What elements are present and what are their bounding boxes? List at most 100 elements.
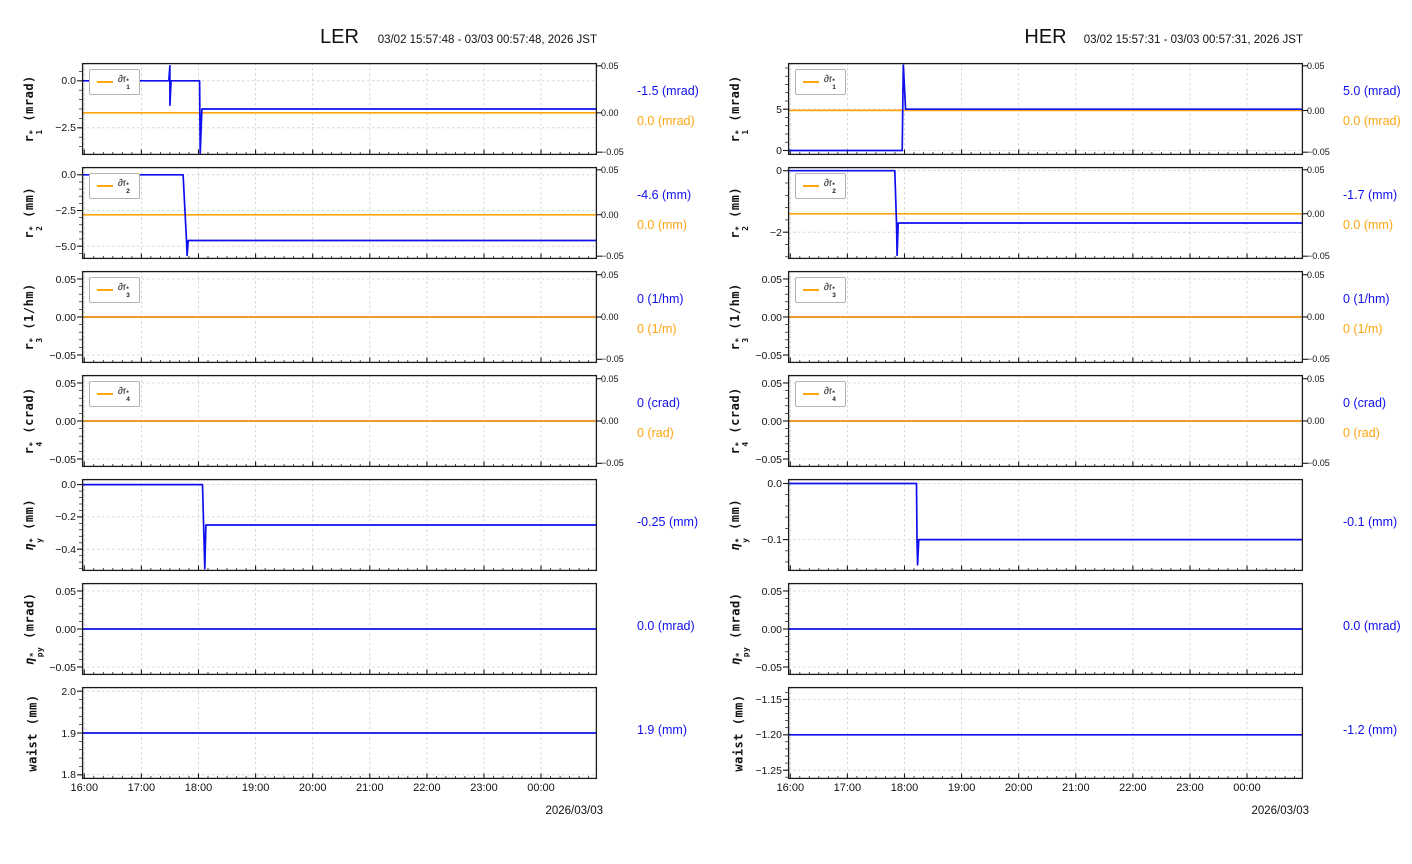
ytick-ler-r2-0: 0.0 [61,169,76,182]
panel-her-r4 [783,374,1308,468]
rtick-her-r1-2: −0.05 [1307,147,1330,158]
value-annotation-her-waist-blue: -1.2 (mm) [1343,722,1398,737]
legend-her-r4: ∂r * 4 [795,381,846,408]
panel-her-r2 [783,166,1308,260]
ytick-ler-waist-0: 2.0 [61,685,76,698]
panel-her-etapy [783,582,1304,676]
plot-svg-ler-r4 [77,374,602,468]
legend-ler-r2: ∂r * 2 [89,173,140,200]
ylabel-her-r2: r * 2 (mm) [716,167,762,259]
value-annotation-ler-r4-orange: 0 (rad) [637,425,674,440]
panel-ler-waist [77,686,598,780]
rtick-ler-r2-0: 0.05 [601,164,619,175]
legend-label: ∂r * 2 [118,178,130,195]
legend-ler-r1: ∂r * 1 [89,69,140,96]
xtick-her-8: 00:00 [1233,782,1261,794]
legend-label: ∂r * 3 [118,282,130,299]
rtick-ler-r4-0: 0.05 [601,373,619,384]
panel-ler-r3 [77,270,602,364]
value-annotation-ler-waist-blue: 1.9 (mm) [637,722,687,737]
value-annotation-her-r2-orange: 0.0 (mm) [1343,217,1393,232]
value-annotation-her-r3-blue: 0 (1/hm) [1343,292,1390,307]
xtick-ler-1: 17:00 [127,782,156,794]
xtick-ler-0: 16:00 [70,782,99,794]
xtick-ler-7: 23:00 [470,782,498,794]
xtick-her-1: 17:00 [833,782,862,794]
value-annotation-her-r4-orange: 0 (rad) [1343,425,1380,440]
plot-svg-her-r1 [783,62,1308,156]
ytick-her-r4-2: −0.05 [755,453,782,466]
plot-svg-ler-waist [77,686,598,780]
rtick-ler-r2-2: −0.05 [601,251,624,262]
plot-svg-her-r3 [783,270,1308,364]
ytick-her-r3-0: 0.05 [761,273,782,286]
xtick-her-3: 19:00 [947,782,976,794]
ytick-her-waist-0: −1.15 [755,693,782,706]
panel-her-etay [783,478,1304,572]
legend-line-sample [803,392,819,396]
value-annotation-her-r1-orange: 0.0 (mrad) [1343,113,1401,128]
ytick-ler-waist-1: 1.9 [61,727,76,740]
plot-svg-ler-etapy [77,582,598,676]
legend-label: ∂r * 3 [824,282,836,299]
legend-line-sample [803,80,819,84]
ytick-ler-r2-1: −2.5 [55,205,76,217]
ytick-her-r1-0: 5 [776,103,782,116]
plot-svg-her-etapy [783,582,1304,676]
series-blue [82,483,597,570]
xtick-her-2: 18:00 [890,782,919,794]
ytick-ler-etay-0: 0.0 [61,479,76,492]
xtick-her-6: 22:00 [1119,782,1147,794]
ytick-ler-r1-0: 0.0 [61,75,76,88]
value-annotation-her-r2-blue: -1.7 (mm) [1343,188,1398,203]
plot-svg-her-etay [783,478,1304,572]
xtick-her-7: 23:00 [1176,782,1204,794]
ytick-ler-r1-1: −2.5 [55,122,76,135]
plot-svg-ler-r2 [77,166,602,260]
ytick-her-etay-0: 0.0 [767,478,782,490]
ytick-her-r2-1: −2 [770,226,782,239]
ylabel-her-etay: η * y (mm) [716,479,762,571]
xtick-her-4: 20:00 [1004,782,1033,794]
plot-svg-ler-etay [77,478,598,572]
ytick-ler-etapy-1: 0.00 [55,623,76,636]
ytick-ler-r2-2: −5.0 [55,240,76,253]
series-blue [788,64,1303,152]
legend-ler-r4: ∂r * 4 [89,381,140,408]
ylabel-ler-etay: η * y (mm) [10,479,56,571]
xtick-her-5: 21:00 [1062,782,1090,794]
time-range-her: 03/02 15:57:31 - 03/03 00:57:31, 2026 JS… [1083,34,1303,46]
series-blue [788,482,1303,566]
rtick-her-r3-2: −0.05 [1307,354,1330,365]
xtick-ler-8: 00:00 [527,782,555,794]
ytick-her-r1-1: 0 [776,145,782,157]
rtick-ler-r4-2: −0.05 [601,458,624,469]
panel-ler-r4 [77,374,602,468]
legend-line-sample [97,184,113,188]
value-annotation-ler-etapy-blue: 0.0 (mrad) [637,618,695,633]
ytick-her-etapy-1: 0.00 [761,623,782,636]
ytick-ler-etapy-2: −0.05 [49,661,76,674]
panel-her-waist [783,686,1304,780]
ytick-her-r4-1: 0.00 [761,415,782,428]
legend-her-r1: ∂r * 1 [795,69,846,96]
rtick-ler-r1-2: −0.05 [601,147,624,158]
ytick-ler-waist-2: 1.8 [61,769,76,782]
date-label-ler: 2026/03/03 [545,805,603,817]
ytick-her-etapy-2: −0.05 [755,661,782,674]
value-annotation-her-r3-orange: 0 (1/m) [1343,321,1383,336]
time-range-ler: 03/02 15:57:48 - 03/03 00:57:48, 2026 JS… [377,34,597,46]
rtick-ler-r3-0: 0.05 [601,269,619,280]
rtick-ler-r3-2: −0.05 [601,354,624,365]
ytick-ler-r4-0: 0.05 [55,377,76,390]
panel-ler-etay [77,478,598,572]
legend-her-r3: ∂r * 3 [795,277,846,304]
value-annotation-ler-etay-blue: -0.25 (mm) [637,514,699,529]
plot-svg-ler-r1 [77,62,602,156]
value-annotation-ler-r3-orange: 0 (1/m) [637,321,677,336]
ytick-ler-r3-2: −0.05 [49,349,76,362]
rtick-ler-r1-1: 0.00 [601,107,619,118]
xtick-ler-4: 20:00 [298,782,327,794]
legend-line-sample [97,392,113,396]
rtick-ler-r2-1: 0.00 [601,209,619,220]
